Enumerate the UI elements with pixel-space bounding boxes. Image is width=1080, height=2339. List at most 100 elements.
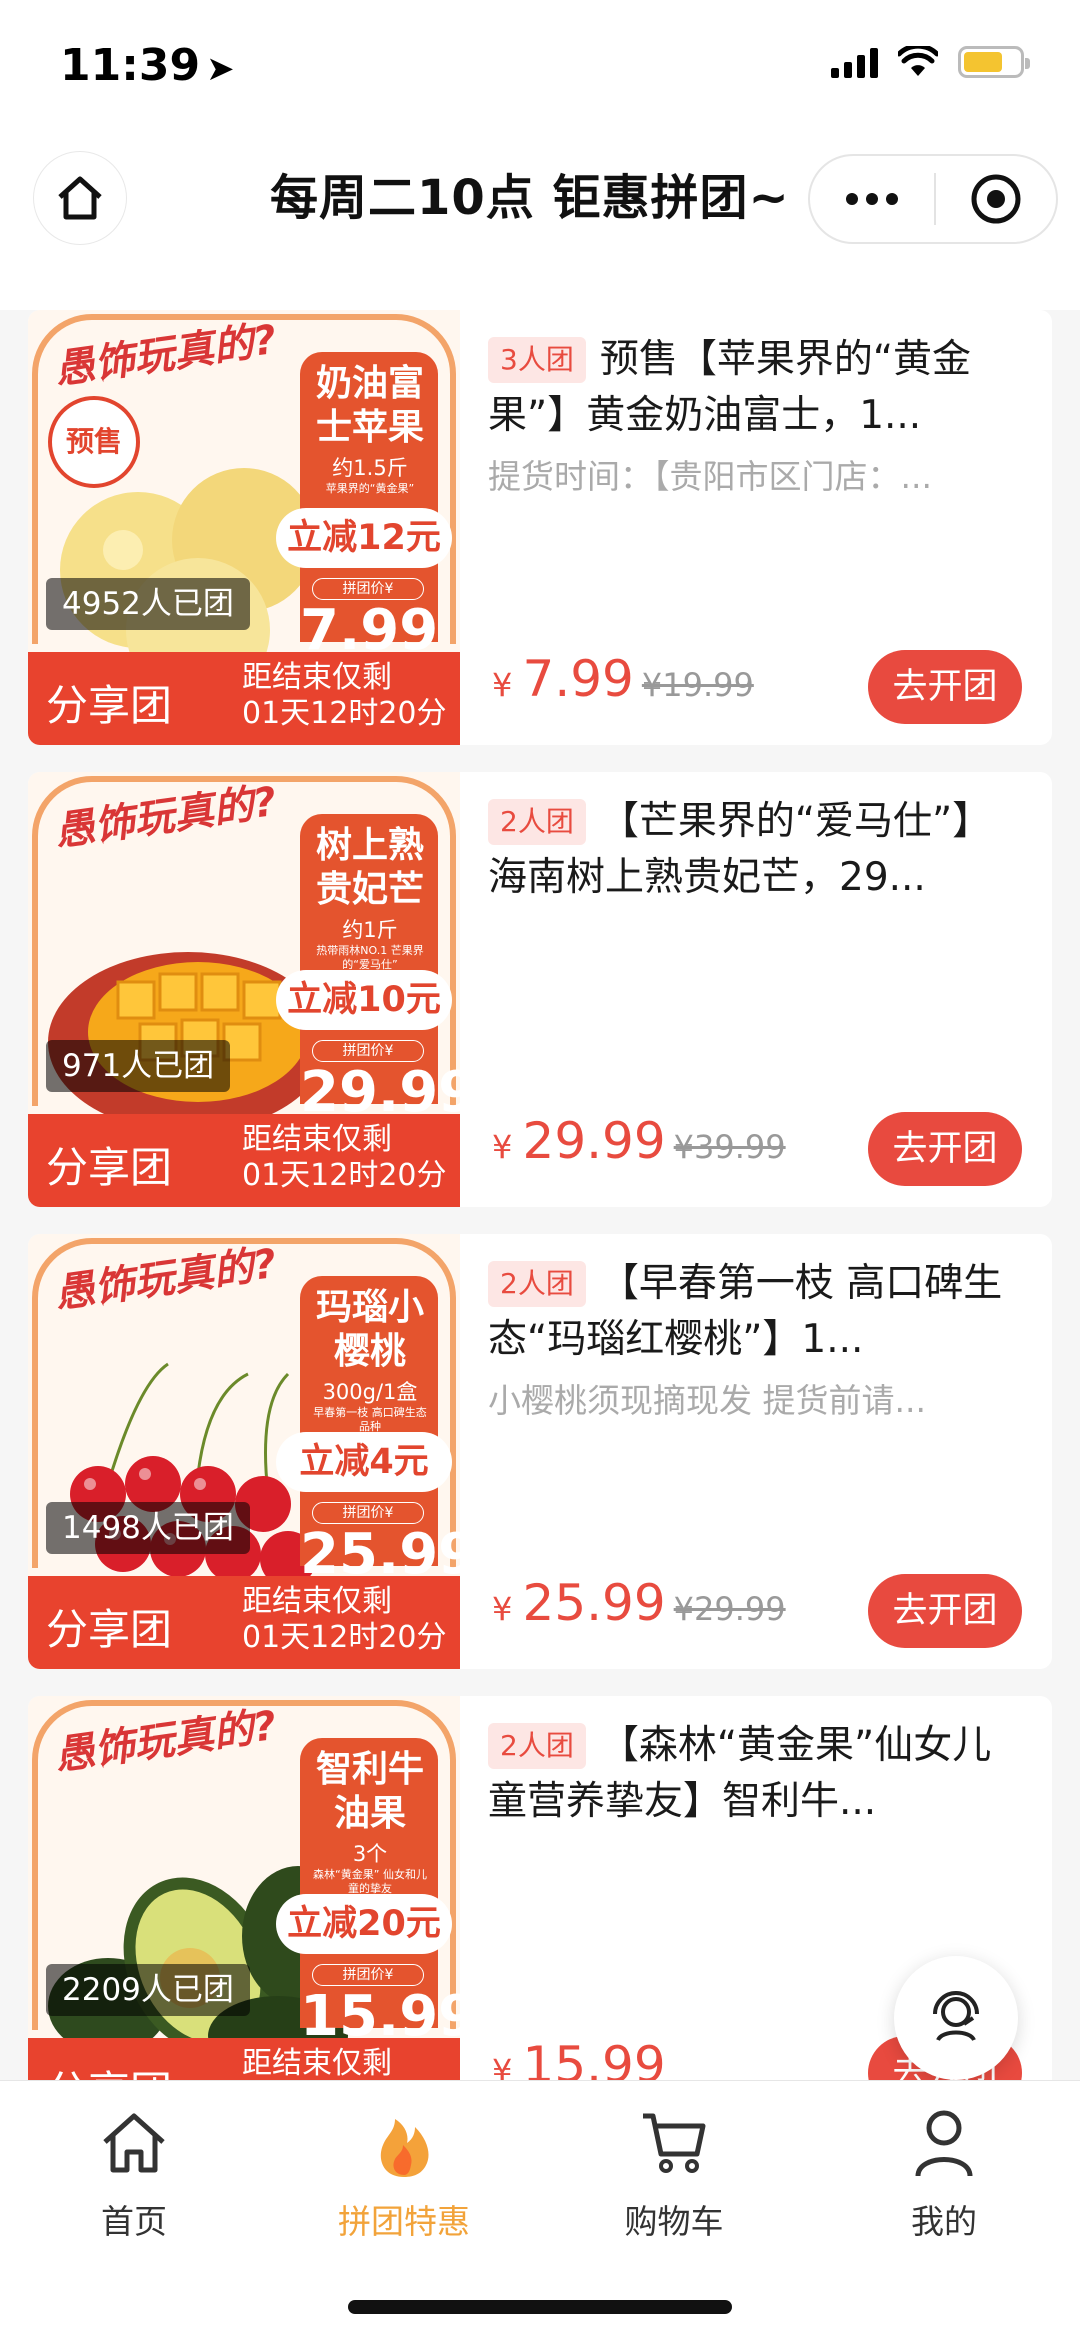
price-row: ¥ 15.99 [492, 2036, 666, 2080]
product-title[interactable]: 2人团 【芒果界的“爱马仕”】海南树上熟贵妃芒，29... [488, 794, 1028, 906]
image-spec: 约1.5斤 [332, 456, 408, 480]
current-price: 15.99 [522, 2036, 666, 2080]
image-note: 苹果界的“黄金果” [325, 482, 415, 495]
close-miniapp-button[interactable] [936, 172, 1056, 226]
location-arrow-icon: ➤ [206, 49, 235, 89]
tab-label: 拼团特惠 [338, 2202, 470, 2241]
product-card[interactable]: 愚饰玩真的? 玛瑙小樱桃 300g/1盒 早春第一枝 高口碑生态品种 立减4元 拼团价¥ 2… [28, 1234, 1052, 1669]
product-info: 2人团 【森林“黄金果”仙女儿童营养挚友】智利牛... [488, 1718, 1028, 1830]
customer-service-button[interactable] [894, 1956, 1018, 2080]
group-price-label: 拼团价¥ [312, 578, 424, 600]
page-title: 每周二10点 钜惠拼团~ [270, 170, 790, 226]
image-note: 早春第一枝 高口碑生态品种 [313, 1406, 427, 1433]
product-card[interactable]: 愚饰玩真的? 树上熟贵妃芒 约1斤 热带雨林NO.1 芒果界的“爱马仕” 立减10元 拼团… [28, 772, 1052, 1207]
fire-icon [380, 2119, 429, 2177]
countdown-label: 距结束仅剩 [242, 660, 392, 695]
wifi-icon [898, 46, 938, 76]
product-info: 2人团 【早春第一枝 高口碑生态“玛瑙红樱桃”】1... 小樱桃须现摘现发 提货前请… [488, 1256, 1028, 1422]
original-price: ¥19.99 [641, 666, 754, 704]
product-subtitle: 提货时间：【贵阳市区门店：... [488, 457, 932, 496]
tab-label: 我的 [911, 2202, 977, 2241]
image-spec: 约1斤 [342, 918, 398, 942]
image-product-name: 奶油富士苹果 [315, 363, 424, 448]
product-info: 3人团 预售【苹果界的“黄金果”】黄金奶油富士，1... 提货时间：【贵阳市区门店：… [488, 332, 1028, 498]
tab-profile[interactable]: 我的 [854, 2105, 1034, 2243]
product-image[interactable]: 愚饰玩真的? 玛瑙小樱桃 300g/1盒 早春第一枝 高口碑生态品种 立减4元 拼团价¥ 2… [28, 1234, 460, 1669]
countdown-time: 01天12时20分 [242, 696, 447, 731]
group-size-tag: 2人团 [488, 1723, 586, 1769]
product-title[interactable]: 2人团 【早春第一枝 高口碑生态“玛瑙红樱桃”】1... [488, 1256, 1028, 1368]
discount-pill: 立减20元 [276, 1894, 452, 1954]
product-image[interactable]: 愚饰玩真的? 预售 奶油富士苹果 约1.5斤 苹果界的“黄金果” 立减12元 拼团价¥ 7.9… [28, 310, 460, 745]
product-image[interactable]: 愚饰玩真的? 智利牛油果 3个 森林“黄金果” 仙女和儿童的挚友 立减20元 拼团价¥ 15… [28, 1696, 460, 2080]
presale-badge: 预售 [48, 396, 140, 488]
discount-pill: 立减12元 [276, 508, 452, 568]
product-title[interactable]: 3人团 预售【苹果界的“黄金果”】黄金奶油富士，1... [488, 332, 1028, 444]
joined-count: 1498人已团 [46, 1502, 250, 1554]
nav-bar: 每周二10点 钜惠拼团~ [0, 140, 1080, 250]
image-spec: 300g/1盒 [322, 1380, 418, 1404]
original-price: ¥39.99 [673, 1128, 786, 1166]
joined-count: 2209人已团 [46, 1964, 250, 2016]
image-spec: 3个 [352, 1842, 388, 1866]
currency-symbol: ¥ [492, 666, 513, 704]
status-bar: 11:39 ➤ [0, 0, 1080, 130]
tab-label: 首页 [101, 2202, 167, 2241]
image-product-name: 树上熟贵妃芒 [315, 825, 424, 910]
discount-pill: 立减4元 [276, 1432, 452, 1492]
image-product-name: 玛瑙小樱桃 [315, 1287, 424, 1372]
home-button[interactable] [34, 152, 126, 244]
product-subtitle: 小樱桃须现摘现发 提货前请... [488, 1381, 926, 1420]
headset-icon [933, 1991, 979, 2042]
product-image[interactable]: 愚饰玩真的? 树上熟贵妃芒 约1斤 热带雨林NO.1 芒果界的“爱马仕” 立减10元 拼团… [28, 772, 460, 1207]
start-group-button[interactable]: 去开团 [868, 650, 1022, 724]
countdown-label: 距结束仅剩 [242, 1122, 392, 1157]
price-row: ¥ 7.99 ¥19.99 [492, 650, 754, 708]
home-icon [58, 176, 102, 220]
price-row: ¥ 29.99 ¥39.99 [492, 1112, 786, 1170]
group-price-label: 拼团价¥ [312, 1964, 424, 1986]
current-price: 25.99 [522, 1574, 666, 1632]
product-card[interactable]: 愚饰玩真的? 预售 奶油富士苹果 约1.5斤 苹果界的“黄金果” 立减12元 拼团价¥ 7.9… [28, 310, 1052, 745]
joined-count: 4952人已团 [46, 578, 250, 630]
miniapp-capsule [808, 154, 1058, 244]
tab-label: 购物车 [624, 2202, 724, 2241]
price-row: ¥ 25.99 ¥29.99 [492, 1574, 786, 1632]
countdown-time: 01天12时20分 [242, 1158, 447, 1193]
countdown-time: 01天12时20分 [242, 1620, 447, 1655]
group-price-label: 拼团价¥ [312, 1040, 424, 1062]
target-icon [971, 174, 1021, 224]
more-button[interactable] [810, 193, 934, 205]
countdown-label: 距结束仅剩 [242, 2046, 392, 2080]
currency-symbol: ¥ [492, 1128, 513, 1166]
share-group-bar[interactable]: 分享团 距结束仅剩01天12时20分 [28, 1114, 460, 1207]
tab-group-deals[interactable]: 拼团特惠 [314, 2105, 494, 2243]
share-group-label: 分享团 [46, 2058, 172, 2080]
original-price: ¥29.99 [673, 1590, 786, 1628]
countdown-label: 距结束仅剩 [242, 1584, 392, 1619]
share-group-bar[interactable]: 分享团距结束仅剩01天12时20分 [28, 1576, 460, 1669]
signal-icon [831, 46, 878, 78]
start-group-button[interactable]: 去开团 [868, 1574, 1022, 1648]
image-note: 森林“黄金果” 仙女和儿童的挚友 [313, 1868, 427, 1895]
status-time: 11:39 ➤ [60, 40, 235, 91]
group-size-tag: 2人团 [488, 1261, 586, 1307]
group-size-tag: 2人团 [488, 799, 586, 845]
share-group-bar[interactable]: 分享团距结束仅剩01天12时20分 [28, 2038, 460, 2080]
current-price: 29.99 [522, 1112, 666, 1170]
share-group-bar[interactable]: 分享团距结束仅剩01天12时20分 [28, 652, 460, 745]
cart-icon [643, 2113, 706, 2173]
discount-pill: 立减10元 [276, 970, 452, 1030]
currency-symbol: ¥ [492, 1590, 513, 1628]
tab-home[interactable]: 首页 [44, 2105, 224, 2243]
current-price: 7.99 [522, 650, 634, 708]
joined-count: 971人已团 [46, 1040, 231, 1092]
product-title[interactable]: 2人团 【森林“黄金果”仙女儿童营养挚友】智利牛... [488, 1718, 1028, 1830]
start-group-button[interactable]: 去开团 [868, 1112, 1022, 1186]
tab-cart[interactable]: 购物车 [584, 2105, 764, 2243]
group-price-label: 拼团价¥ [312, 1502, 424, 1524]
home-indicator [348, 2300, 732, 2314]
share-group-label: 分享团 [46, 1143, 173, 1192]
product-info: 2人团 【芒果界的“爱马仕”】海南树上熟贵妃芒，29... [488, 794, 1028, 906]
currency-symbol: ¥ [492, 2052, 513, 2080]
